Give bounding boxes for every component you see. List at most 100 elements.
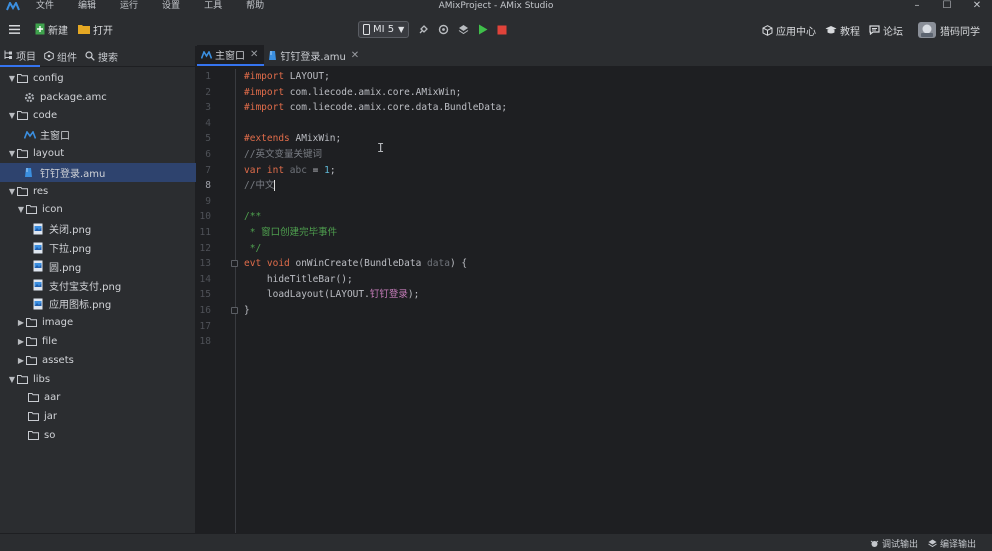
chevron-down-icon[interactable]: ▼ [7, 149, 17, 158]
code-line[interactable]: #import com.liecode.amix.core.data.Bundl… [244, 100, 984, 116]
tree-node[interactable]: package.amc [0, 88, 196, 107]
hamburger-menu-button[interactable] [9, 24, 23, 34]
code-line[interactable]: hideTitleBar(); [244, 272, 984, 288]
tab-dingtalk-login[interactable]: 钉钉登录.amu ✕ [264, 45, 365, 66]
tree-node[interactable]: ▼ code [0, 107, 196, 126]
code-area[interactable]: #import LAYOUT; #import com.liecode.amix.… [244, 69, 984, 350]
tree-node[interactable]: 关闭.png [0, 219, 196, 238]
code-line[interactable]: } [244, 303, 984, 319]
line-number: 7 [205, 164, 211, 176]
layers-icon[interactable] [458, 24, 469, 35]
code-line[interactable] [244, 194, 984, 210]
code-line[interactable]: */ [244, 241, 984, 257]
chevron-down-icon[interactable]: ▼ [7, 74, 17, 83]
code-line[interactable]: //中文 [244, 178, 984, 194]
tree-node[interactable]: ▶ assets [0, 351, 196, 370]
text-cursor-icon: I [377, 141, 385, 155]
app-center-link[interactable]: 应用中心 [762, 23, 816, 38]
chevron-down-icon[interactable]: ▼ [7, 111, 17, 120]
code-line[interactable] [244, 334, 984, 350]
tab-search[interactable]: 搜索 [81, 46, 122, 67]
tree-node[interactable]: ▼ icon [0, 201, 196, 220]
line-number: 8 [205, 180, 211, 192]
menu-file[interactable]: 文件 [36, 0, 54, 12]
open-button[interactable]: 打开 [78, 22, 113, 37]
close-window-button[interactable]: ✕ [962, 0, 992, 12]
code-line[interactable]: var int abc = 1; [244, 163, 984, 179]
run-icon[interactable] [478, 24, 488, 35]
menu-help[interactable]: 帮助 [246, 0, 264, 12]
code-line[interactable] [244, 319, 984, 335]
code-line[interactable]: /** [244, 209, 984, 225]
tree-node[interactable]: ▼ layout [0, 144, 196, 163]
tree-node-label: so [44, 430, 56, 442]
device-selector[interactable]: MI 5 ▼ [358, 21, 410, 38]
tree-node[interactable]: ▶ image [0, 313, 196, 332]
chevron-right-icon[interactable]: ▶ [16, 356, 26, 365]
folder-icon [17, 149, 31, 159]
tree-node-label: icon [42, 204, 63, 216]
user-profile[interactable]: 猎码同学 [917, 21, 980, 39]
chevron-down-icon[interactable]: ▼ [7, 187, 17, 196]
code-line[interactable]: #import com.liecode.amix.core.AMixWin; [244, 85, 984, 101]
tree-node[interactable]: ▶ file [0, 332, 196, 351]
debug-icon[interactable] [418, 24, 429, 35]
code-line[interactable]: loadLayout(LAYOUT.钉钉登录); [244, 287, 984, 303]
code-token: #import [244, 71, 290, 82]
tree-node[interactable]: 主窗口 [0, 125, 196, 144]
new-label: 新建 [48, 25, 68, 37]
tree-node[interactable]: jar [0, 407, 196, 426]
tab-main-window[interactable]: 主窗口 ✕ [197, 45, 265, 66]
code-token: #import [244, 86, 290, 98]
tree-node[interactable]: 圆.png [0, 257, 196, 276]
tree-node[interactable]: so [0, 426, 196, 445]
chevron-down-icon[interactable]: ▼ [16, 205, 26, 214]
refresh-icon[interactable] [438, 24, 449, 35]
tutorial-link[interactable]: 教程 [825, 23, 860, 38]
compile-output-button[interactable]: 编译输出 [928, 537, 976, 550]
code-line[interactable]: evt void onWinCreate(BundleData data) { [244, 256, 984, 272]
code-token: } [244, 304, 250, 316]
close-icon[interactable]: ✕ [250, 49, 258, 60]
tree-node[interactable]: 下拉.png [0, 238, 196, 257]
menu-run[interactable]: 运行 [120, 0, 138, 12]
tree-node[interactable]: 支付宝支付.png [0, 276, 196, 295]
minimize-button[interactable]: – [902, 0, 932, 12]
stop-icon[interactable] [497, 25, 507, 35]
forum-label: 论坛 [883, 26, 903, 38]
tree-node[interactable]: 应用图标.png [0, 295, 196, 314]
gear-icon [24, 92, 38, 103]
code-line[interactable]: * 窗口创建完毕事件 [244, 225, 984, 241]
line-number: 11 [199, 226, 211, 238]
tree-node[interactable]: 钉钉登录.amu [0, 162, 196, 182]
folder-icon [17, 73, 31, 83]
tab-project[interactable]: 项目 [0, 46, 40, 67]
code-line[interactable] [244, 116, 984, 132]
tree-node[interactable]: ▼ libs [0, 370, 196, 389]
fold-marker-icon[interactable] [231, 260, 238, 268]
menu-tools[interactable]: 工具 [204, 0, 222, 12]
forum-link[interactable]: 论坛 [869, 23, 903, 38]
amix-file-icon [24, 130, 38, 139]
fold-marker-icon[interactable] [231, 307, 238, 314]
new-button[interactable]: 新建 [35, 22, 68, 37]
menu-edit[interactable]: 编辑 [78, 0, 96, 12]
tree-node[interactable]: ▼ config [0, 69, 196, 88]
maximize-button[interactable]: ☐ [932, 0, 962, 12]
code-line[interactable]: #import LAYOUT; [244, 69, 984, 85]
chevron-right-icon[interactable]: ▶ [16, 337, 26, 346]
tab-search-label: 搜索 [98, 52, 118, 64]
tree-icon [4, 50, 13, 60]
tree-node-label: aar [44, 392, 61, 404]
tree-node[interactable]: aar [0, 389, 196, 408]
menu-settings[interactable]: 设置 [162, 0, 180, 12]
tab-components[interactable]: 组件 [40, 46, 81, 67]
chevron-right-icon[interactable]: ▶ [16, 318, 26, 327]
tree-node[interactable]: ▼ res [0, 182, 196, 201]
folder-icon [26, 205, 40, 215]
code-line[interactable]: #extends AMixWin; [244, 131, 984, 147]
debug-output-button[interactable]: 调试输出 [870, 537, 918, 550]
code-line[interactable]: //英文变量关键词 [244, 147, 984, 163]
chevron-down-icon[interactable]: ▼ [7, 375, 17, 384]
close-icon[interactable]: ✕ [351, 50, 359, 61]
